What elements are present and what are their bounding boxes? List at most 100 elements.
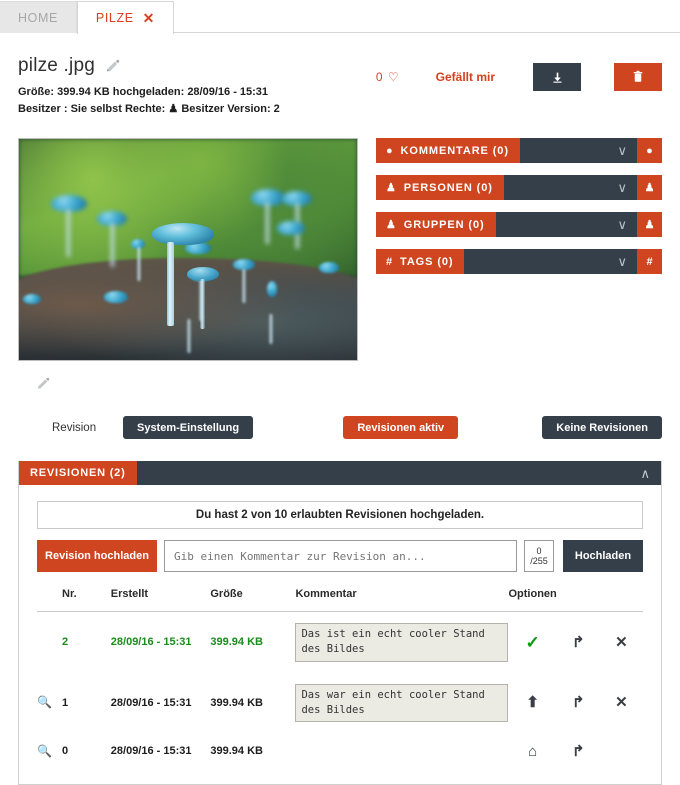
submit-upload-button[interactable]: Hochladen: [563, 540, 643, 573]
current-revision-check-icon[interactable]: ✓: [526, 634, 540, 651]
search-icon[interactable]: 🔍: [37, 745, 52, 757]
file-meta: Größe: 399.94 KB hochgeladen: 28/09/16 -…: [18, 84, 280, 118]
revision-upload-file-button[interactable]: Revision hochladen: [37, 540, 157, 573]
mushroom-stem: [200, 279, 205, 330]
panel-kommentare-action[interactable]: ●: [637, 138, 662, 164]
delete-button[interactable]: [614, 63, 662, 91]
row-option-2: ↱: [557, 612, 600, 673]
mushroom-cap: [277, 221, 305, 236]
panel-tags-body[interactable]: ∨: [464, 249, 637, 275]
revisions-active-button[interactable]: Revisionen aktiv: [343, 416, 459, 440]
group-action-icon: ♟: [644, 219, 655, 232]
pencil-icon: [37, 377, 50, 389]
edit-title-pencil-icon[interactable]: [105, 59, 120, 74]
chevron-down-icon: ∨: [617, 143, 627, 159]
character-counter-max: /255: [530, 556, 548, 567]
panel-personen[interactable]: ♟ PERSONEN (0) ∨ ♟: [376, 175, 662, 201]
mushroom-stem: [242, 269, 246, 304]
row-zoom-cell: 🔍: [37, 673, 62, 733]
panel-kommentare-body[interactable]: ∨: [519, 138, 637, 164]
mushroom-stem: [66, 209, 71, 258]
col-header-size: Größe: [210, 588, 296, 613]
panel-personen-body[interactable]: ∨: [503, 175, 637, 201]
edit-image-pencil[interactable]: [36, 377, 358, 394]
row-created: 28/09/16 - 15:31: [110, 745, 192, 758]
close-icon[interactable]: ✕: [143, 11, 155, 25]
row-created: 28/09/16 - 15:31: [110, 696, 192, 709]
person-icon: ♟: [386, 182, 397, 195]
col-header-nr: Nr.: [62, 588, 111, 613]
restore-revision-icon[interactable]: ↱: [572, 744, 585, 759]
revision-upload-row: Revision hochladen 0 /255 Hochladen: [37, 540, 643, 573]
col-header-zoom: [37, 588, 63, 613]
panel-kommentare-label: KOMMENTARE (0): [400, 144, 509, 157]
panel-personen-action[interactable]: ♟: [637, 175, 662, 201]
revision-comment-input[interactable]: [164, 540, 517, 573]
tab-home[interactable]: HOME: [0, 1, 77, 33]
promote-revision-icon[interactable]: ⬆: [526, 695, 539, 710]
chevron-down-icon: ∨: [617, 254, 627, 270]
no-revisions-button[interactable]: Keine Revisionen: [542, 416, 662, 440]
character-counter-current: 0: [536, 545, 542, 556]
title-line: pilze .jpg: [18, 55, 280, 77]
delete-revision-icon[interactable]: ✕: [615, 635, 628, 650]
panel-tags-label: TAGS (0): [400, 255, 454, 268]
file-header: pilze .jpg Größe: 399.94 KB hochgeladen:…: [18, 33, 662, 118]
restore-revision-icon[interactable]: ↱: [572, 635, 585, 650]
person-icon: ♟: [168, 103, 179, 116]
row-created: 28/09/16 - 15:31: [110, 636, 192, 649]
comment-action-icon: ●: [646, 144, 653, 157]
row-comment[interactable]: Das ist ein echt cooler Stand des Bildes: [295, 623, 509, 662]
like-count: 0 ♡: [376, 70, 400, 84]
mushroom-stem: [110, 223, 115, 268]
row-option-1: ⌂: [508, 733, 556, 770]
tab-home-label: HOME: [18, 10, 58, 25]
system-setting-button[interactable]: System-Einstellung: [122, 416, 254, 440]
file-meta-rights: Besitzer Version: 2: [181, 103, 280, 116]
panel-personen-label: PERSONEN (0): [403, 181, 493, 194]
comment-icon: ●: [386, 144, 394, 157]
row-nr: 0: [62, 745, 69, 758]
panel-gruppen[interactable]: ♟ GRUPPEN (0) ∨ ♟: [376, 212, 662, 238]
panel-gruppen-body[interactable]: ∨: [495, 212, 637, 238]
col-header-options: Optionen: [508, 588, 557, 613]
row-option-2: ↱: [557, 673, 600, 733]
heart-icon: ♡: [387, 70, 400, 84]
revisions-table-body: 2 28/09/16 - 15:31 399.94 KB Das ist ein…: [37, 612, 643, 770]
revisions-panel-toggle[interactable]: ∧: [137, 461, 661, 485]
panel-tags-title: # TAGS (0): [376, 249, 465, 275]
revisions-panel-header[interactable]: REVISIONEN (2) ∧: [19, 461, 661, 486]
col-header-created: Erstellt: [110, 588, 211, 613]
mushroom-cap: [319, 262, 339, 274]
download-button[interactable]: [533, 63, 581, 91]
search-icon[interactable]: 🔍: [37, 696, 52, 708]
panel-tags-action[interactable]: #: [637, 249, 662, 275]
delete-revision-icon[interactable]: ✕: [615, 695, 628, 710]
row-size: 399.94 KB: [210, 636, 263, 649]
revisions-panel-body: Du hast 2 von 10 erlaubten Revisionen ho…: [19, 485, 661, 784]
panel-gruppen-title: ♟ GRUPPEN (0): [376, 212, 496, 238]
tab-pilze[interactable]: PILZE ✕: [76, 1, 174, 34]
original-revision-home-icon[interactable]: ⌂: [528, 744, 537, 759]
row-comment-cell: Das ist ein echt cooler Stand des Bildes: [295, 612, 509, 673]
mushroom-stem: [137, 247, 141, 282]
panel-gruppen-action[interactable]: ♟: [637, 212, 662, 238]
panel-kommentare[interactable]: ● KOMMENTARE (0) ∨ ●: [376, 138, 662, 164]
mushroom-cap: [23, 294, 41, 305]
panel-kommentare-title: ● KOMMENTARE (0): [376, 138, 520, 164]
file-meta-line2: Besitzer : Sie selbst Rechte: ♟ Besitzer…: [18, 101, 280, 118]
file-info: pilze .jpg Größe: 399.94 KB hochgeladen:…: [18, 55, 280, 118]
row-option-1: ✓: [508, 612, 556, 673]
row-comment[interactable]: Das war ein echt cooler Stand des Bildes: [295, 683, 509, 722]
panel-tags[interactable]: # TAGS (0) ∨ #: [376, 249, 662, 275]
like-button[interactable]: Gefällt mir: [436, 70, 495, 84]
col-header-options-3: [599, 588, 643, 613]
col-header-comment: Kommentar: [295, 588, 509, 613]
restore-revision-icon[interactable]: ↱: [572, 695, 585, 710]
file-preview-image[interactable]: [18, 138, 358, 362]
trash-icon: [633, 70, 643, 82]
row-nr: 2: [62, 636, 69, 649]
mushroom-stem-hero: [167, 242, 174, 327]
person-action-icon: ♟: [644, 182, 655, 195]
row-nr: 1: [62, 696, 69, 709]
